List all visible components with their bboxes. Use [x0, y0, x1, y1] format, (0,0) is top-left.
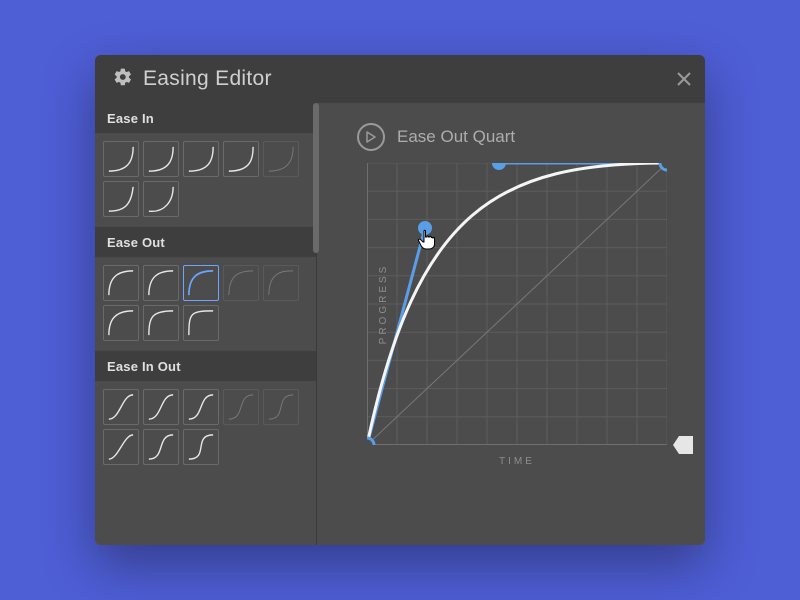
- ease-in-out-swatch[interactable]: [183, 429, 219, 465]
- titlebar: Easing Editor: [95, 55, 705, 103]
- ease-in-swatch[interactable]: [223, 141, 259, 177]
- ease-in-out-swatches: [95, 381, 316, 475]
- ease-in-out-swatch[interactable]: [103, 389, 139, 425]
- ease-in-out-swatch[interactable]: [143, 389, 179, 425]
- ease-in-swatch[interactable]: [143, 181, 179, 217]
- ease-out-swatch-selected[interactable]: [183, 265, 219, 301]
- ease-in-out-swatch[interactable]: [263, 389, 299, 425]
- close-button[interactable]: [673, 68, 695, 90]
- ease-in-out-swatch[interactable]: [183, 389, 219, 425]
- close-icon: [676, 71, 692, 87]
- play-button[interactable]: [357, 123, 385, 151]
- section-header-ease-out: Ease Out: [95, 227, 316, 257]
- ease-out-swatch[interactable]: [183, 305, 219, 341]
- easing-editor-window: Easing Editor Ease In Ease Out: [95, 55, 705, 545]
- ease-out-swatch[interactable]: [103, 265, 139, 301]
- ease-in-out-swatch[interactable]: [103, 429, 139, 465]
- section-header-ease-in: Ease In: [95, 103, 316, 133]
- ease-in-swatch[interactable]: [103, 181, 139, 217]
- window-title: Easing Editor: [143, 67, 673, 91]
- ease-out-swatch[interactable]: [263, 265, 299, 301]
- ease-in-swatch[interactable]: [263, 141, 299, 177]
- ease-in-out-swatch[interactable]: [223, 389, 259, 425]
- ease-out-swatch[interactable]: [103, 305, 139, 341]
- ease-out-swatch[interactable]: [143, 305, 179, 341]
- anchor-end[interactable]: [660, 163, 667, 170]
- ease-out-swatches: [95, 257, 316, 351]
- ease-out-swatch[interactable]: [223, 265, 259, 301]
- control-point-1[interactable]: [418, 221, 432, 235]
- bezier-graph[interactable]: PROGRESS TIME: [367, 163, 667, 445]
- y-axis-label: PROGRESS: [378, 264, 389, 345]
- section-header-ease-in-out: Ease In Out: [95, 351, 316, 381]
- ease-in-swatch[interactable]: [103, 141, 139, 177]
- ease-in-swatch[interactable]: [183, 141, 219, 177]
- control-point-2[interactable]: [492, 163, 506, 170]
- ease-out-swatch[interactable]: [143, 265, 179, 301]
- ease-in-swatch[interactable]: [143, 141, 179, 177]
- ease-in-out-swatch[interactable]: [143, 429, 179, 465]
- gear-icon: [113, 67, 133, 92]
- anchor-start[interactable]: [367, 438, 374, 445]
- curve-preview-panel: Ease Out Quart: [317, 103, 705, 545]
- play-icon: [366, 131, 376, 143]
- curve-name-label: Ease Out Quart: [397, 127, 515, 147]
- x-axis-label: TIME: [367, 456, 667, 467]
- playhead-marker[interactable]: [673, 436, 693, 454]
- easing-sidebar: Ease In Ease Out Ease I: [95, 103, 317, 545]
- ease-in-swatches: [95, 133, 316, 227]
